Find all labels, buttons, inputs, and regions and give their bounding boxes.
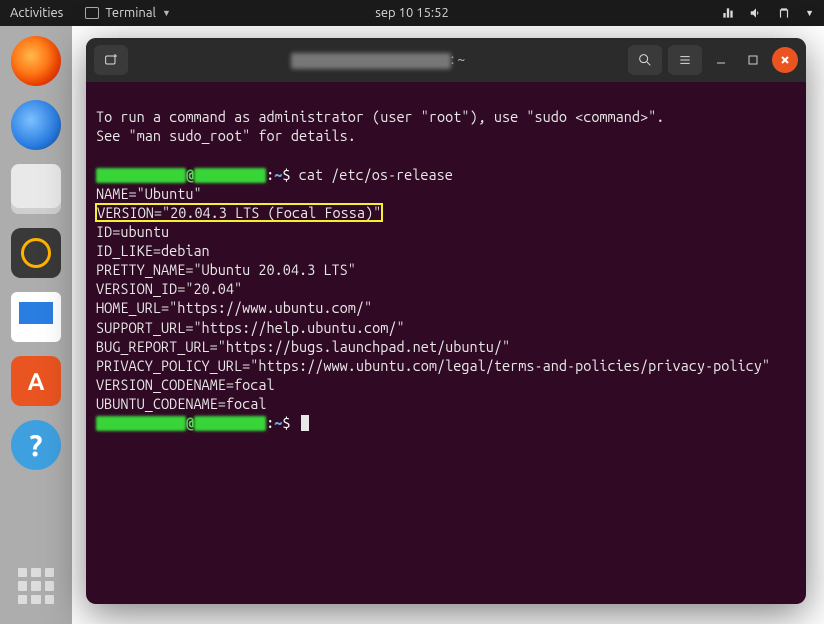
terminal-window: : ~ To run a command as administrator (u… (86, 38, 806, 604)
chevron-down-icon: ▼ (162, 8, 171, 18)
chevron-down-icon: ▼ (805, 8, 814, 18)
output-line: ID=ubuntu (96, 223, 169, 240)
output-line: UBUNTU_CODENAME=focal (96, 395, 267, 412)
sudo-notice: To run a command as administrator (user … (96, 108, 664, 125)
sudo-notice: See "man sudo_root" for details. (96, 127, 356, 144)
clock[interactable]: sep 10 15:52 (375, 6, 449, 20)
minimize-button[interactable] (708, 47, 734, 73)
hamburger-menu-button[interactable] (668, 45, 702, 75)
title-path: : ~ (451, 51, 466, 67)
activities-button[interactable]: Activities (10, 6, 63, 20)
dock-item-thunderbird[interactable] (11, 100, 61, 150)
output-line: NAME="Ubuntu" (96, 185, 202, 202)
dock-item-files[interactable] (11, 164, 61, 214)
prompt-symbol: $ (282, 166, 290, 183)
volume-icon (749, 6, 763, 20)
app-menu-label: Terminal (105, 6, 156, 20)
dock-item-firefox[interactable] (11, 36, 61, 86)
maximize-button[interactable] (740, 47, 766, 73)
window-title: : ~ (136, 51, 620, 68)
window-titlebar: : ~ (86, 38, 806, 82)
redacted-title (291, 53, 451, 69)
redacted-host (194, 416, 266, 431)
redacted-user (96, 168, 186, 183)
close-button[interactable] (772, 47, 798, 73)
output-line: SUPPORT_URL="https://help.ubuntu.com/" (96, 319, 405, 336)
dock (0, 26, 72, 624)
network-icon (721, 6, 735, 20)
terminal-body[interactable]: To run a command as administrator (user … (86, 82, 806, 604)
cursor (301, 415, 309, 431)
terminal-icon (85, 7, 99, 19)
prompt-symbol: $ (282, 414, 290, 431)
new-tab-button[interactable] (94, 45, 128, 75)
dock-item-help[interactable] (11, 420, 61, 470)
output-line: PRETTY_NAME="Ubuntu 20.04.3 LTS" (96, 261, 356, 278)
output-line: BUG_REPORT_URL="https://bugs.launchpad.n… (96, 338, 510, 355)
show-applications-button[interactable] (18, 568, 54, 604)
output-line: HOME_URL="https://www.ubuntu.com/" (96, 299, 372, 316)
search-button[interactable] (628, 45, 662, 75)
system-tray[interactable]: ▼ (721, 6, 814, 20)
output-line: VERSION_ID="20.04" (96, 280, 242, 297)
redacted-host (194, 168, 266, 183)
gnome-topbar: Activities Terminal ▼ sep 10 15:52 ▼ (0, 0, 824, 26)
app-menu[interactable]: Terminal ▼ (85, 6, 171, 20)
battery-icon (777, 6, 791, 20)
dock-item-ubuntu-software[interactable] (11, 356, 61, 406)
dock-item-rhythmbox[interactable] (11, 228, 61, 278)
highlighted-version-line: VERSION="20.04.3 LTS (Focal Fossa)" (96, 204, 382, 221)
redacted-user (96, 416, 186, 431)
output-line: ID_LIKE=debian (96, 242, 210, 259)
output-line: VERSION_CODENAME=focal (96, 376, 275, 393)
output-line: PRIVACY_POLICY_URL="https://www.ubuntu.c… (96, 357, 770, 374)
dock-item-libreoffice-writer[interactable] (11, 292, 61, 342)
command-text: cat /etc/os-release (299, 166, 453, 183)
